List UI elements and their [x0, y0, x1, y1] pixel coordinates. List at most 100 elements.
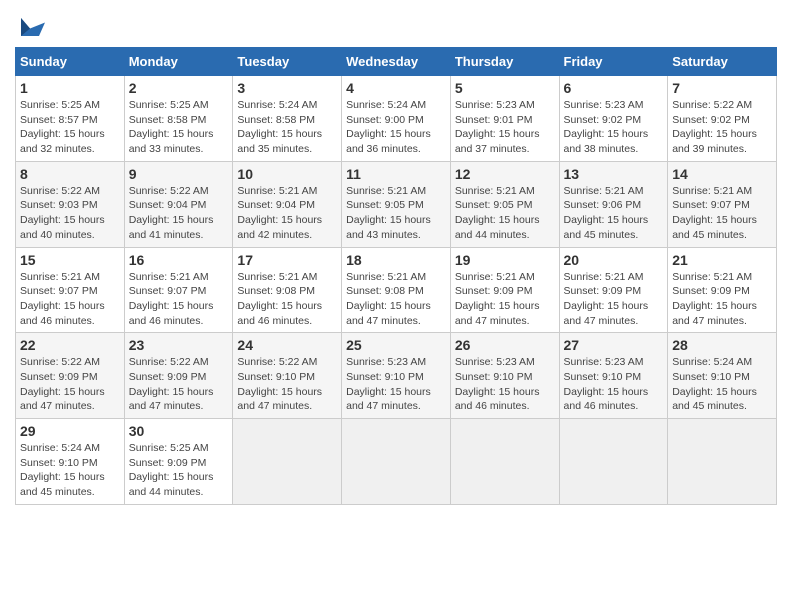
calendar-cell: 1 Sunrise: 5:25 AMSunset: 8:57 PMDayligh… [16, 76, 125, 162]
calendar-cell: 9 Sunrise: 5:22 AMSunset: 9:04 PMDayligh… [124, 161, 233, 247]
calendar-body: 1 Sunrise: 5:25 AMSunset: 8:57 PMDayligh… [16, 76, 777, 505]
day-detail: Sunrise: 5:22 AMSunset: 9:09 PMDaylight:… [129, 356, 214, 412]
day-number: 19 [455, 252, 555, 268]
calendar-cell: 19 Sunrise: 5:21 AMSunset: 9:09 PMDaylig… [450, 247, 559, 333]
day-detail: Sunrise: 5:23 AMSunset: 9:02 PMDaylight:… [564, 99, 649, 155]
header-cell-tuesday: Tuesday [233, 48, 342, 76]
day-detail: Sunrise: 5:21 AMSunset: 9:07 PMDaylight:… [129, 271, 214, 327]
day-number: 21 [672, 252, 772, 268]
calendar-row-1: 1 Sunrise: 5:25 AMSunset: 8:57 PMDayligh… [16, 76, 777, 162]
day-number: 8 [20, 166, 120, 182]
day-detail: Sunrise: 5:21 AMSunset: 9:04 PMDaylight:… [237, 185, 322, 241]
day-number: 16 [129, 252, 229, 268]
day-number: 26 [455, 337, 555, 353]
day-number: 12 [455, 166, 555, 182]
calendar-cell [233, 419, 342, 505]
day-number: 14 [672, 166, 772, 182]
calendar-row-2: 8 Sunrise: 5:22 AMSunset: 9:03 PMDayligh… [16, 161, 777, 247]
day-detail: Sunrise: 5:21 AMSunset: 9:09 PMDaylight:… [672, 271, 757, 327]
calendar-cell: 2 Sunrise: 5:25 AMSunset: 8:58 PMDayligh… [124, 76, 233, 162]
header-cell-saturday: Saturday [668, 48, 777, 76]
calendar-row-5: 29 Sunrise: 5:24 AMSunset: 9:10 PMDaylig… [16, 419, 777, 505]
logo [15, 15, 49, 39]
day-number: 24 [237, 337, 337, 353]
calendar-cell: 6 Sunrise: 5:23 AMSunset: 9:02 PMDayligh… [559, 76, 668, 162]
calendar-cell: 21 Sunrise: 5:21 AMSunset: 9:09 PMDaylig… [668, 247, 777, 333]
day-detail: Sunrise: 5:23 AMSunset: 9:10 PMDaylight:… [564, 356, 649, 412]
day-detail: Sunrise: 5:22 AMSunset: 9:09 PMDaylight:… [20, 356, 105, 412]
calendar-cell: 11 Sunrise: 5:21 AMSunset: 9:05 PMDaylig… [342, 161, 451, 247]
day-number: 20 [564, 252, 664, 268]
calendar-cell: 17 Sunrise: 5:21 AMSunset: 9:08 PMDaylig… [233, 247, 342, 333]
day-number: 23 [129, 337, 229, 353]
day-number: 28 [672, 337, 772, 353]
day-number: 7 [672, 80, 772, 96]
day-detail: Sunrise: 5:22 AMSunset: 9:04 PMDaylight:… [129, 185, 214, 241]
day-detail: Sunrise: 5:22 AMSunset: 9:03 PMDaylight:… [20, 185, 105, 241]
day-number: 15 [20, 252, 120, 268]
day-number: 11 [346, 166, 446, 182]
day-number: 25 [346, 337, 446, 353]
day-number: 1 [20, 80, 120, 96]
day-number: 17 [237, 252, 337, 268]
calendar-cell: 26 Sunrise: 5:23 AMSunset: 9:10 PMDaylig… [450, 333, 559, 419]
calendar-cell [668, 419, 777, 505]
day-detail: Sunrise: 5:24 AMSunset: 9:10 PMDaylight:… [672, 356, 757, 412]
calendar-header: SundayMondayTuesdayWednesdayThursdayFrid… [16, 48, 777, 76]
day-number: 18 [346, 252, 446, 268]
calendar-cell [342, 419, 451, 505]
day-detail: Sunrise: 5:21 AMSunset: 9:09 PMDaylight:… [564, 271, 649, 327]
calendar-cell: 16 Sunrise: 5:21 AMSunset: 9:07 PMDaylig… [124, 247, 233, 333]
day-detail: Sunrise: 5:23 AMSunset: 9:10 PMDaylight:… [455, 356, 540, 412]
day-detail: Sunrise: 5:21 AMSunset: 9:06 PMDaylight:… [564, 185, 649, 241]
calendar-cell: 23 Sunrise: 5:22 AMSunset: 9:09 PMDaylig… [124, 333, 233, 419]
calendar-row-3: 15 Sunrise: 5:21 AMSunset: 9:07 PMDaylig… [16, 247, 777, 333]
calendar-cell: 5 Sunrise: 5:23 AMSunset: 9:01 PMDayligh… [450, 76, 559, 162]
header-cell-thursday: Thursday [450, 48, 559, 76]
day-detail: Sunrise: 5:21 AMSunset: 9:07 PMDaylight:… [20, 271, 105, 327]
calendar-cell [450, 419, 559, 505]
calendar-cell: 28 Sunrise: 5:24 AMSunset: 9:10 PMDaylig… [668, 333, 777, 419]
calendar-cell: 15 Sunrise: 5:21 AMSunset: 9:07 PMDaylig… [16, 247, 125, 333]
day-number: 30 [129, 423, 229, 439]
day-detail: Sunrise: 5:21 AMSunset: 9:05 PMDaylight:… [346, 185, 431, 241]
calendar-cell: 29 Sunrise: 5:24 AMSunset: 9:10 PMDaylig… [16, 419, 125, 505]
day-detail: Sunrise: 5:25 AMSunset: 8:57 PMDaylight:… [20, 99, 105, 155]
day-detail: Sunrise: 5:22 AMSunset: 9:10 PMDaylight:… [237, 356, 322, 412]
calendar-cell: 7 Sunrise: 5:22 AMSunset: 9:02 PMDayligh… [668, 76, 777, 162]
calendar-cell: 8 Sunrise: 5:22 AMSunset: 9:03 PMDayligh… [16, 161, 125, 247]
header-cell-wednesday: Wednesday [342, 48, 451, 76]
day-number: 10 [237, 166, 337, 182]
calendar-cell: 10 Sunrise: 5:21 AMSunset: 9:04 PMDaylig… [233, 161, 342, 247]
day-detail: Sunrise: 5:25 AMSunset: 8:58 PMDaylight:… [129, 99, 214, 155]
calendar-row-4: 22 Sunrise: 5:22 AMSunset: 9:09 PMDaylig… [16, 333, 777, 419]
day-number: 22 [20, 337, 120, 353]
calendar-table: SundayMondayTuesdayWednesdayThursdayFrid… [15, 47, 777, 505]
day-detail: Sunrise: 5:21 AMSunset: 9:09 PMDaylight:… [455, 271, 540, 327]
header-cell-friday: Friday [559, 48, 668, 76]
day-number: 13 [564, 166, 664, 182]
calendar-cell: 18 Sunrise: 5:21 AMSunset: 9:08 PMDaylig… [342, 247, 451, 333]
calendar-cell: 4 Sunrise: 5:24 AMSunset: 9:00 PMDayligh… [342, 76, 451, 162]
header [15, 15, 777, 39]
day-detail: Sunrise: 5:23 AMSunset: 9:10 PMDaylight:… [346, 356, 431, 412]
day-number: 6 [564, 80, 664, 96]
calendar-cell: 25 Sunrise: 5:23 AMSunset: 9:10 PMDaylig… [342, 333, 451, 419]
day-detail: Sunrise: 5:24 AMSunset: 8:58 PMDaylight:… [237, 99, 322, 155]
day-number: 27 [564, 337, 664, 353]
day-number: 9 [129, 166, 229, 182]
day-number: 29 [20, 423, 120, 439]
day-detail: Sunrise: 5:24 AMSunset: 9:00 PMDaylight:… [346, 99, 431, 155]
calendar-cell: 24 Sunrise: 5:22 AMSunset: 9:10 PMDaylig… [233, 333, 342, 419]
day-detail: Sunrise: 5:22 AMSunset: 9:02 PMDaylight:… [672, 99, 757, 155]
header-row: SundayMondayTuesdayWednesdayThursdayFrid… [16, 48, 777, 76]
logo-icon [15, 15, 45, 39]
calendar-cell: 3 Sunrise: 5:24 AMSunset: 8:58 PMDayligh… [233, 76, 342, 162]
calendar-cell: 30 Sunrise: 5:25 AMSunset: 9:09 PMDaylig… [124, 419, 233, 505]
day-detail: Sunrise: 5:21 AMSunset: 9:08 PMDaylight:… [346, 271, 431, 327]
calendar-cell: 20 Sunrise: 5:21 AMSunset: 9:09 PMDaylig… [559, 247, 668, 333]
day-detail: Sunrise: 5:21 AMSunset: 9:08 PMDaylight:… [237, 271, 322, 327]
calendar-cell [559, 419, 668, 505]
header-cell-sunday: Sunday [16, 48, 125, 76]
calendar-cell: 13 Sunrise: 5:21 AMSunset: 9:06 PMDaylig… [559, 161, 668, 247]
